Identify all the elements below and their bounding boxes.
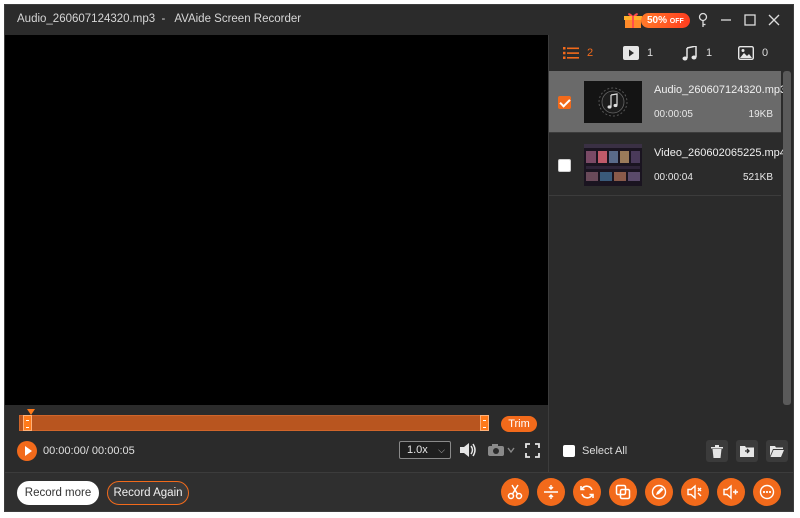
title-file-name: Audio_260607124320.mp3 [17, 13, 156, 25]
video-thumbnail [584, 144, 642, 186]
more-tools-button[interactable] [753, 478, 781, 506]
minimize-icon [721, 19, 731, 21]
trim-start-handle[interactable] [23, 415, 32, 431]
title-bar: Audio_260607124320.mp3 - AVAide Screen R… [5, 5, 793, 35]
tab-video[interactable]: 1 [623, 45, 653, 61]
merge-tool-button[interactable] [537, 478, 565, 506]
tab-image[interactable]: 0 [738, 45, 768, 61]
compress-audio-button[interactable] [681, 478, 709, 506]
record-more-button[interactable]: Record more [17, 481, 99, 505]
folder-import-icon [740, 446, 754, 457]
discount-value: 50% [647, 15, 668, 26]
window-title: Audio_260607124320.mp3 - AVAide Screen R… [17, 13, 302, 25]
tab-audio-count: 1 [706, 47, 713, 59]
list-scrollbar[interactable] [783, 71, 791, 405]
item-checkbox[interactable] [558, 96, 571, 109]
speaker-compress-icon [687, 484, 702, 500]
playback-time: 00:00:00/ 00:00:05 [43, 445, 135, 457]
tab-audio[interactable]: 1 [682, 45, 712, 61]
file-name: Video_260602065225.mp4 [654, 147, 786, 159]
refresh-icon [580, 485, 594, 499]
gift-icon [624, 13, 642, 28]
chevron-down-icon: ⌵ [438, 445, 445, 455]
video-icon [623, 46, 639, 60]
key-icon [698, 12, 708, 27]
music-icon [682, 45, 697, 60]
speaker-plus-icon [723, 484, 738, 500]
delete-button[interactable] [706, 440, 728, 462]
select-all-box[interactable] [563, 445, 575, 457]
record-again-button[interactable]: Record Again [107, 481, 189, 505]
list-item[interactable]: Video_260602065225.mp4 00:00:04 521KB [549, 134, 786, 196]
copy-icon [615, 484, 631, 500]
file-size: 521KB [742, 172, 773, 183]
camera-icon [488, 444, 515, 456]
select-all-checkbox[interactable]: Select All [563, 445, 627, 457]
fullscreen-icon [524, 442, 540, 458]
convert-tool-button[interactable] [573, 478, 601, 506]
volume-boost-button[interactable] [717, 478, 745, 506]
trim-end-handle[interactable] [480, 415, 489, 431]
minimize-button[interactable] [716, 11, 736, 29]
tab-all[interactable]: 2 [563, 45, 593, 61]
file-duration: 00:00:05 [654, 109, 693, 120]
fullscreen-button[interactable] [523, 441, 541, 459]
music-note-icon [584, 81, 642, 123]
tab-all-count: 2 [587, 47, 594, 59]
trim-button[interactable]: Trim [501, 416, 537, 432]
item-checkbox[interactable] [558, 159, 571, 172]
video-thumbnail-image [584, 144, 642, 186]
title-app-name: AVAide Screen Recorder [174, 13, 302, 25]
bottom-toolbar: Record more Record Again [5, 472, 793, 511]
list-item[interactable]: Audio_260607124320.mp3 00:00:05 19KB [549, 71, 786, 133]
media-tabs: 2 1 1 0 [549, 35, 793, 69]
discount-suffix: OFF [669, 18, 684, 25]
folder-icon [770, 446, 784, 457]
metadata-tool-button[interactable] [645, 478, 673, 506]
volume-icon [460, 443, 476, 457]
trash-icon [711, 444, 723, 458]
speed-select[interactable]: 1.0x ⌵ [399, 441, 451, 459]
play-button[interactable] [17, 441, 37, 461]
close-button[interactable] [764, 11, 784, 29]
app-window: Audio_260607124320.mp3 - AVAide Screen R… [4, 4, 794, 512]
maximize-button[interactable] [740, 11, 760, 29]
edit-icon [651, 484, 667, 500]
more-icon [759, 484, 775, 500]
copy-tool-button[interactable] [609, 478, 637, 506]
volume-button[interactable] [458, 441, 478, 459]
speed-value: 1.0x [407, 444, 428, 456]
snapshot-button[interactable] [485, 441, 519, 459]
trim-tool-button[interactable] [501, 478, 529, 506]
open-folder-button[interactable] [766, 440, 788, 462]
close-icon [768, 14, 780, 26]
scissors-icon [507, 484, 523, 500]
video-preview [5, 35, 548, 405]
trim-timeline[interactable] [19, 415, 489, 431]
recording-list: Audio_260607124320.mp3 00:00:05 19KB Vid… [549, 69, 786, 409]
maximize-icon [744, 14, 756, 26]
discount-badge: 50% OFF [641, 13, 690, 28]
list-icon [563, 47, 579, 59]
select-all-label: Select All [582, 445, 628, 457]
recording-list-panel: 2 1 1 0 Audio_260607124320.mp3 00:00:05 … [548, 35, 793, 472]
tab-image-count: 0 [762, 47, 769, 59]
export-folder-button[interactable] [736, 440, 758, 462]
tab-video-count: 1 [647, 47, 654, 59]
promo-badge[interactable]: 50% OFF [623, 10, 690, 30]
merge-icon [544, 485, 558, 499]
file-size: 19KB [748, 109, 773, 120]
file-name: Audio_260607124320.mp3 [654, 84, 787, 96]
audio-thumbnail [584, 81, 642, 123]
key-button[interactable] [693, 11, 713, 29]
image-icon [738, 46, 754, 60]
file-duration: 00:00:04 [654, 172, 693, 183]
